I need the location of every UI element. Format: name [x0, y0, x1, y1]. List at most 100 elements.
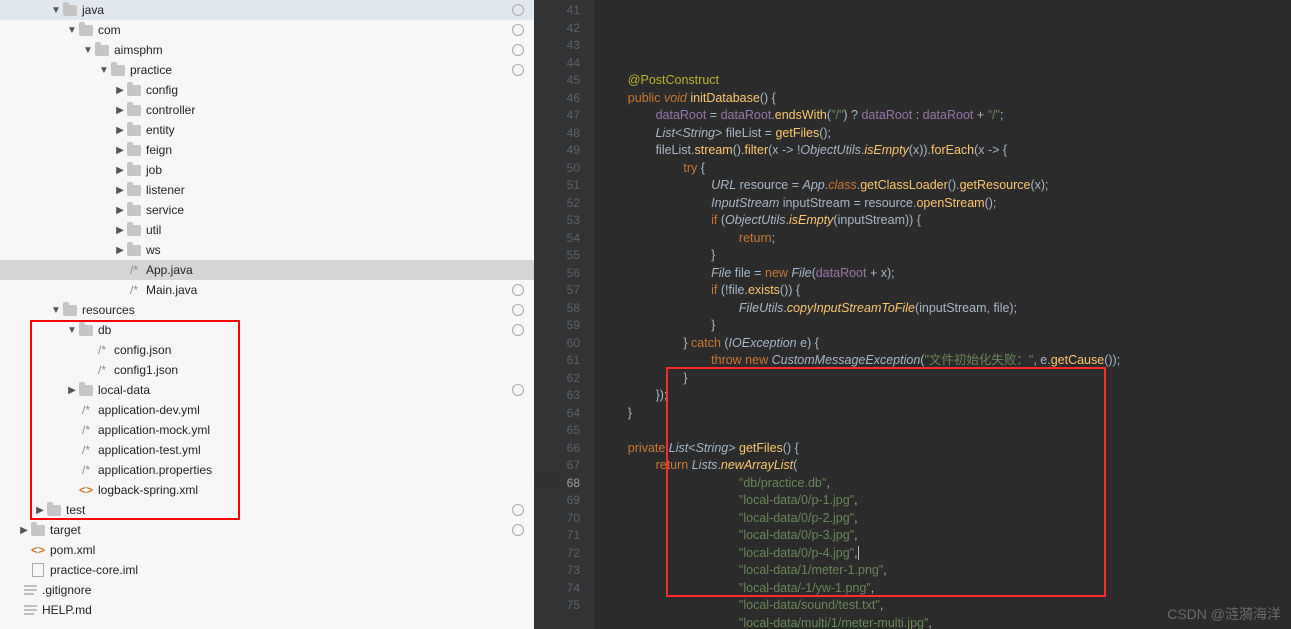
expand-arrow-icon[interactable]: ▼ [66, 325, 78, 336]
tree-item[interactable]: ▶target [0, 520, 534, 540]
tree-item[interactable]: ▶util [0, 220, 534, 240]
tree-item[interactable]: /* application-mock.yml [0, 420, 534, 440]
tree-label: HELP.md [42, 603, 92, 617]
code-line[interactable]: try { [600, 160, 1291, 178]
tree-item[interactable]: ▶config [0, 80, 534, 100]
project-tree[interactable]: ▼java▼com▼aimsphm▼practice▶config▶contro… [0, 0, 534, 629]
tree-item[interactable]: ▼java [0, 0, 534, 20]
code-line[interactable]: fileList.stream().filter(x -> !ObjectUti… [600, 142, 1291, 160]
tree-item[interactable]: ▼practice [0, 60, 534, 80]
tree-item[interactable]: ▼ aimsphm [0, 40, 534, 60]
tree-item[interactable]: /*application-test.yml [0, 440, 534, 460]
code-line[interactable]: "db/practice.db", [600, 475, 1291, 493]
tree-item[interactable]: /*config1.json [0, 360, 534, 380]
code-line[interactable]: dataRoot = dataRoot.endsWith("/") ? data… [600, 107, 1291, 125]
tree-item[interactable]: ▶ entity [0, 120, 534, 140]
code-line[interactable]: private List<String> getFiles() { [600, 440, 1291, 458]
code-line[interactable]: "local-data/multi/1/meter-multi.jpg", [600, 615, 1291, 629]
tree-item[interactable]: ▶job [0, 160, 534, 180]
folder-icon [62, 2, 78, 18]
tree-label: entity [146, 123, 175, 137]
expand-arrow-icon[interactable]: ▶ [66, 385, 78, 396]
expand-arrow-icon[interactable]: ▼ [66, 25, 78, 36]
tree-item[interactable]: /*application.properties [0, 460, 534, 480]
expand-arrow-icon[interactable]: ▶ [114, 125, 126, 136]
code-area[interactable]: CSDN @涟漪海洋 @PostConstruct public void in… [594, 0, 1291, 629]
code-line[interactable]: if (ObjectUtils.isEmpty(inputStream)) { [600, 212, 1291, 230]
tree-item[interactable]: HELP.md [0, 600, 534, 620]
code-line[interactable]: throw new CustomMessageException("文件初始化失… [600, 352, 1291, 370]
expand-arrow-icon[interactable]: ▶ [114, 165, 126, 176]
expand-arrow-icon[interactable]: ▶ [114, 205, 126, 216]
code-line[interactable]: public void initDatabase() { [600, 90, 1291, 108]
code-line[interactable]: InputStream inputStream = resource.openS… [600, 195, 1291, 213]
tree-label: application-test.yml [98, 443, 201, 457]
expand-arrow-icon[interactable]: ▶ [114, 185, 126, 196]
tree-item[interactable]: ▶ local-data [0, 380, 534, 400]
tree-item[interactable]: ▶ws [0, 240, 534, 260]
code-line[interactable]: "local-data/sound/test.txt", [600, 597, 1291, 615]
expand-arrow-icon[interactable]: ▶ [34, 505, 46, 516]
code-line[interactable]: @PostConstruct [600, 72, 1291, 90]
expand-arrow-icon[interactable]: ▶ [114, 245, 126, 256]
tree-item[interactable]: practice-core.iml [0, 560, 534, 580]
vcs-badge-icon [512, 384, 524, 396]
tree-item[interactable]: .gitignore [0, 580, 534, 600]
code-line[interactable]: List<String> fileList = getFiles(); [600, 125, 1291, 143]
tree-label: test [66, 503, 85, 517]
tree-item[interactable]: ▼db [0, 320, 534, 340]
tree-item[interactable]: ▶listener [0, 180, 534, 200]
folder-icon [78, 322, 94, 338]
tree-label: local-data [98, 383, 150, 397]
expand-arrow-icon[interactable]: ▼ [50, 5, 62, 16]
code-line[interactable] [600, 422, 1291, 440]
code-line[interactable]: } [600, 370, 1291, 388]
tree-item[interactable]: ▶ test [0, 500, 534, 520]
tree-item[interactable]: ▶feign [0, 140, 534, 160]
code-line[interactable]: }); [600, 387, 1291, 405]
code-line[interactable]: if (!file.exists()) { [600, 282, 1291, 300]
code-line[interactable]: return; [600, 230, 1291, 248]
code-line[interactable]: return Lists.newArrayList( [600, 457, 1291, 475]
expand-arrow-icon[interactable]: ▼ [98, 65, 110, 76]
line-number: 48 [534, 125, 580, 143]
expand-arrow-icon[interactable]: ▼ [82, 45, 94, 56]
expand-arrow-icon[interactable]: ▶ [114, 105, 126, 116]
tree-item[interactable]: <>logback-spring.xml [0, 480, 534, 500]
tree-item[interactable]: ▶service [0, 200, 534, 220]
expand-arrow-icon[interactable]: ▼ [50, 305, 62, 316]
file-icon: /* [78, 422, 94, 438]
expand-arrow-icon[interactable]: ▶ [114, 225, 126, 236]
code-line[interactable]: URL resource = App.class.getClassLoader(… [600, 177, 1291, 195]
tree-label: application-mock.yml [98, 423, 210, 437]
code-line[interactable]: "local-data/0/p-2.jpg", [600, 510, 1291, 528]
code-line[interactable]: File file = new File(dataRoot + x); [600, 265, 1291, 283]
code-line[interactable]: } catch (IOException e) { [600, 335, 1291, 353]
tree-item[interactable]: ▼com [0, 20, 534, 40]
line-number: 50 [534, 160, 580, 178]
expand-arrow-icon[interactable]: ▶ [18, 525, 30, 536]
tree-item[interactable]: <>pom.xml [0, 540, 534, 560]
code-line[interactable]: } [600, 317, 1291, 335]
code-line[interactable]: "local-data/1/meter-1.png", [600, 562, 1291, 580]
code-line[interactable]: "local-data/-1/yw-1.png", [600, 580, 1291, 598]
tree-item[interactable]: /*App.java [0, 260, 534, 280]
tree-item[interactable]: /*Main.java [0, 280, 534, 300]
expand-arrow-icon[interactable]: ▶ [114, 85, 126, 96]
tree-item[interactable]: /*config.json [0, 340, 534, 360]
tree-item[interactable]: ▶controller [0, 100, 534, 120]
expand-arrow-icon[interactable]: ▶ [114, 145, 126, 156]
line-number: 54 [534, 230, 580, 248]
tree-item[interactable]: /*application-dev.yml [0, 400, 534, 420]
code-line[interactable]: FileUtils.copyInputStreamToFile(inputStr… [600, 300, 1291, 318]
code-line[interactable]: "local-data/0/p-1.jpg", [600, 492, 1291, 510]
tree-item[interactable]: ▼resources [0, 300, 534, 320]
code-line[interactable]: "local-data/0/p-3.jpg", [600, 527, 1291, 545]
code-line[interactable]: "local-data/0/p-4.jpg", [600, 545, 1291, 563]
code-line[interactable]: } [600, 247, 1291, 265]
tree-label: aimsphm [114, 43, 163, 57]
line-number: 63 [534, 387, 580, 405]
code-editor[interactable]: 4142434445464748495051525354555657585960… [534, 0, 1291, 629]
tree-label: practice-core.iml [50, 563, 138, 577]
code-line[interactable]: } [600, 405, 1291, 423]
